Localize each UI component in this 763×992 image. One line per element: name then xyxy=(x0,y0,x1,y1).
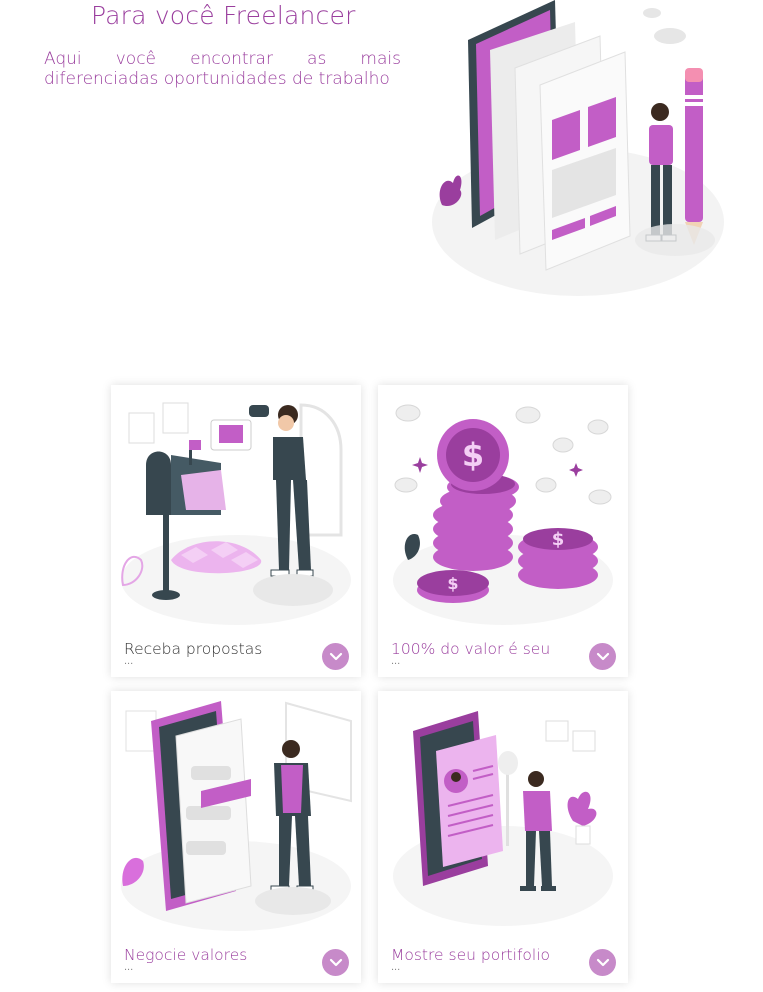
mailbox-illustration xyxy=(121,402,351,625)
hero-subtitle: Aqui você encontrar as mais diferenciada… xyxy=(44,49,401,89)
card-more-text: ... xyxy=(391,655,401,667)
expand-button[interactable] xyxy=(589,643,616,670)
card-label: Negocie valores xyxy=(124,946,248,964)
chevron-down-icon xyxy=(596,652,609,660)
freelancer-hero-illustration xyxy=(432,0,724,296)
expand-button[interactable] xyxy=(589,949,616,976)
feature-card-proposals[interactable]: Receba propostas ... xyxy=(111,385,361,677)
coins-illustration: $ $ $ xyxy=(393,404,613,625)
page-title: Para você Freelancer xyxy=(91,1,356,30)
svg-text:$: $ xyxy=(462,436,484,474)
card-more-text: ... xyxy=(124,655,134,667)
chevron-down-icon xyxy=(329,958,342,966)
svg-text:$: $ xyxy=(447,574,458,593)
chevron-down-icon xyxy=(329,652,342,660)
expand-button[interactable] xyxy=(322,643,349,670)
cloud-icon xyxy=(643,8,686,44)
card-label: 100% do valor é seu xyxy=(391,640,551,658)
card-label: Mostre seu portifolio xyxy=(391,946,550,964)
chevron-down-icon xyxy=(596,958,609,966)
chat-negotiation-illustration xyxy=(121,701,352,931)
feature-card-negotiate[interactable]: Negocie valores ... xyxy=(111,691,361,983)
card-more-text: ... xyxy=(124,961,134,973)
card-more-text: ... xyxy=(391,961,401,973)
card-label: Receba propostas xyxy=(124,640,263,658)
feature-card-portfolio[interactable]: Mostre seu portifolio ... xyxy=(378,691,628,983)
expand-button[interactable] xyxy=(322,949,349,976)
portfolio-illustration xyxy=(393,711,613,926)
feature-card-full-value[interactable]: $ $ $ 100% do valor é seu ... xyxy=(378,385,628,677)
svg-text:$: $ xyxy=(552,529,565,550)
